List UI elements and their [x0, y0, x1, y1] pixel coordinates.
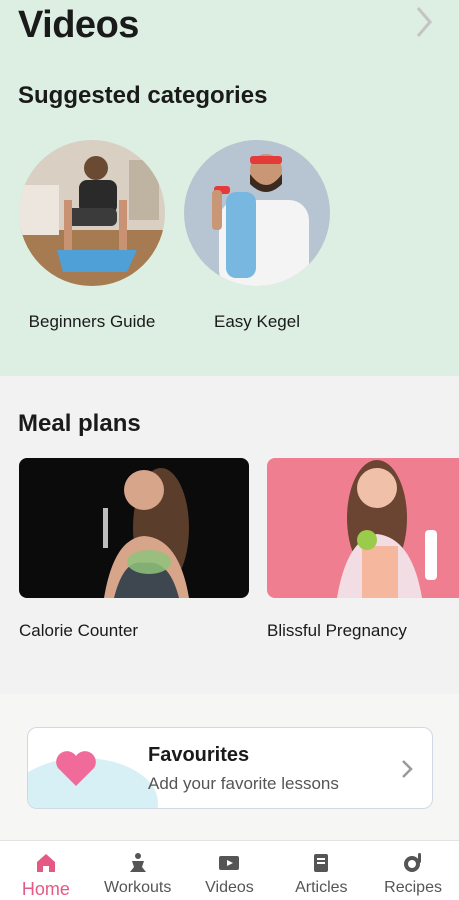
category-easy-kegel[interactable]: Easy Kegel [182, 140, 332, 331]
favourites-section: Favourites Add your favorite lessons [0, 694, 459, 840]
chevron-right-icon[interactable] [412, 4, 436, 40]
category-image [184, 140, 330, 286]
nav-label: Workouts [104, 879, 172, 896]
category-label: Beginners Guide [28, 312, 156, 331]
home-icon [36, 854, 55, 872]
nav-label: Home [21, 879, 70, 899]
recipes-icon [404, 853, 422, 872]
bottom-nav: Home Workouts Videos Articles Recipes [0, 840, 459, 900]
favourites-subtitle: Add your favorite lessons [148, 774, 339, 793]
videos-icon [219, 856, 240, 870]
meal-plan-label: Blissful Pregnancy [267, 621, 407, 640]
meal-image [267, 458, 459, 598]
heart-icon [56, 751, 96, 786]
category-label: Easy Kegel [214, 312, 300, 331]
workouts-icon [129, 853, 146, 872]
articles-icon [314, 854, 329, 872]
page-title: Videos [18, 4, 139, 46]
suggested-title: Suggested categories [18, 82, 268, 109]
meal-image [19, 458, 249, 598]
category-beginners-guide[interactable]: Beginners Guide [17, 140, 167, 331]
nav-workouts[interactable]: Workouts [92, 841, 184, 900]
nav-label: Articles [295, 879, 348, 896]
category-image [19, 140, 165, 286]
favourites-title: Favourites [148, 744, 250, 766]
nav-articles[interactable]: Articles [275, 841, 367, 900]
nav-recipes[interactable]: Recipes [367, 841, 459, 900]
nav-videos[interactable]: Videos [184, 841, 276, 900]
nav-label: Recipes [384, 879, 442, 896]
nav-label: Videos [205, 879, 254, 896]
meal-plans-section: Meal plans Calorie Counter Blissful Preg… [0, 376, 459, 694]
meal-plan-label: Calorie Counter [19, 621, 139, 640]
nav-home[interactable]: Home [0, 841, 92, 900]
suggested-section: Videos Suggested categories Beginners Gu… [0, 0, 459, 376]
chevron-right-icon [402, 760, 413, 778]
favourites-card[interactable]: Favourites Add your favorite lessons [27, 727, 433, 809]
meal-plans-title: Meal plans [18, 410, 141, 437]
